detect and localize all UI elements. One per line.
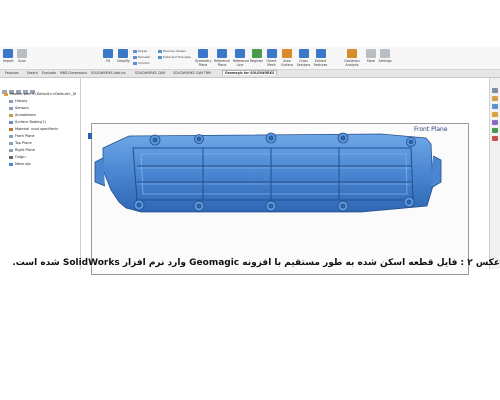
scan-icon bbox=[17, 49, 27, 58]
detected-triangles-icon bbox=[158, 55, 162, 59]
figure-caption: عکس ۲ : فایل قطعه اسکن شده به طور مستقیم… bbox=[12, 258, 500, 268]
remesh-icon bbox=[133, 55, 137, 59]
plane-icon bbox=[9, 134, 13, 138]
smooth-button[interactable]: Smooth bbox=[133, 61, 150, 65]
settings-button[interactable]: Settings bbox=[378, 49, 392, 63]
home-icon[interactable] bbox=[492, 88, 498, 93]
import-button[interactable]: Import bbox=[3, 49, 14, 63]
tree-item-history[interactable]: History bbox=[9, 99, 27, 103]
smooth-icon bbox=[133, 61, 137, 65]
gear-icon bbox=[380, 49, 390, 58]
orient-mesh-icon bbox=[266, 49, 277, 58]
import-icon bbox=[3, 49, 14, 58]
feature-manager-tree: Pooshe part 3 (Default<<Default>_Di Hist… bbox=[0, 78, 81, 269]
ribbon-toolbar: Import Scan Fit Simplify Repair Remesh S… bbox=[0, 47, 500, 70]
repair-icon bbox=[133, 49, 137, 53]
tree-item-mesh[interactable]: Mesh.stp bbox=[9, 162, 31, 166]
part-icon bbox=[4, 92, 8, 96]
cross-sections-icon bbox=[298, 49, 309, 58]
fit-button[interactable]: Fit bbox=[103, 49, 113, 63]
tab-evaluate[interactable]: Evaluate bbox=[40, 71, 58, 75]
symmetry-plane-icon bbox=[198, 49, 208, 58]
material-icon bbox=[9, 127, 13, 131]
more-button[interactable]: More bbox=[366, 49, 376, 63]
tree-item-material[interactable]: Material <not specified> bbox=[9, 127, 59, 131]
register-icon bbox=[251, 49, 262, 58]
origin-icon bbox=[9, 155, 13, 159]
plane-icon bbox=[9, 141, 13, 145]
simplify-button[interactable]: Simplify bbox=[117, 49, 130, 63]
surface-bodies-icon bbox=[9, 120, 13, 124]
tab-solidworks-cam[interactable]: SOLIDWORKS CAM bbox=[133, 71, 167, 75]
reference-plane-icon bbox=[217, 49, 227, 58]
tree-item-sensors[interactable]: Sensors bbox=[9, 106, 29, 110]
extract-features-icon bbox=[315, 49, 326, 58]
deviation-analysis-icon bbox=[347, 49, 357, 58]
graphics-viewport[interactable]: Front Plane bbox=[81, 78, 490, 275]
command-manager-tabs: Features Sketch Evaluate MBD Dimensions … bbox=[0, 70, 500, 78]
remesh-button[interactable]: Remesh bbox=[133, 55, 150, 59]
file-explorer-icon[interactable] bbox=[492, 112, 498, 117]
scanned-part-mesh[interactable] bbox=[81, 78, 490, 269]
tree-item-top-plane[interactable]: Top Plane bbox=[9, 141, 32, 145]
annotations-icon bbox=[9, 113, 13, 117]
tree-item-annotations[interactable]: Annotations bbox=[9, 113, 36, 117]
tab-geomagic[interactable]: Geomagic for SOLIDWORKS bbox=[222, 70, 278, 75]
detected-triangles-button[interactable]: Detected Triangles bbox=[158, 55, 191, 59]
design-library-icon[interactable] bbox=[492, 104, 498, 109]
remove-spikes-icon bbox=[158, 49, 162, 53]
appearances-icon[interactable] bbox=[492, 128, 498, 133]
scan-button[interactable]: Scan bbox=[17, 49, 27, 63]
feature-manager-toolbar bbox=[2, 79, 78, 94]
repair-button[interactable]: Repair bbox=[133, 49, 148, 53]
tab-solidworks-addins[interactable]: SOLIDWORKS Add-Ins bbox=[89, 71, 128, 75]
simplify-icon bbox=[118, 49, 129, 58]
symmetry-plane-button[interactable]: Symmetry Plane bbox=[195, 49, 212, 67]
reference-line-button[interactable]: Reference Line bbox=[233, 49, 249, 67]
tree-item-front-plane[interactable]: Front Plane bbox=[9, 134, 35, 138]
task-pane-bar bbox=[489, 78, 500, 269]
more-icon bbox=[366, 49, 376, 58]
tab-mbd-dimensions[interactable]: MBD Dimensions bbox=[58, 71, 89, 75]
deviation-analysis-button[interactable]: Deviation Analysis bbox=[342, 49, 362, 67]
sensors-icon bbox=[9, 106, 13, 110]
tree-item-surface-bodies[interactable]: Surface Bodies(1) bbox=[9, 120, 46, 124]
view-palette-icon[interactable] bbox=[492, 120, 498, 125]
plane-icon bbox=[9, 148, 13, 152]
resources-icon[interactable] bbox=[492, 96, 498, 101]
history-icon bbox=[9, 99, 13, 103]
tree-item-origin[interactable]: Origin bbox=[9, 155, 26, 159]
reference-plane-button[interactable]: Reference Plane bbox=[214, 49, 230, 67]
tree-item-part[interactable]: Pooshe part 3 (Default<<Default>_Di bbox=[4, 92, 76, 96]
remove-spikes-button[interactable]: Remove Spikes bbox=[158, 49, 186, 53]
auto-surface-icon bbox=[282, 49, 292, 58]
fit-icon bbox=[103, 49, 113, 58]
tab-features[interactable]: Features bbox=[3, 71, 21, 75]
cross-sections-button[interactable]: Cross Sections bbox=[296, 49, 311, 67]
orient-mesh-button[interactable]: Orient Mesh bbox=[265, 49, 278, 67]
tree-item-right-plane[interactable]: Right Plane bbox=[9, 148, 35, 152]
register-button[interactable]: Register bbox=[250, 49, 263, 63]
solidworks-window: Import Scan Fit Simplify Repair Remesh S… bbox=[0, 47, 500, 275]
extract-features-button[interactable]: Extract Features bbox=[313, 49, 328, 67]
custom-properties-icon[interactable] bbox=[492, 136, 498, 141]
tab-sketch[interactable]: Sketch bbox=[25, 71, 40, 75]
auto-surface-button[interactable]: Auto Surface bbox=[280, 49, 294, 67]
triad-icon bbox=[88, 133, 92, 139]
tab-solidworks-cam-tbm[interactable]: SOLIDWORKS CAM TBM bbox=[171, 71, 213, 75]
reference-line-icon bbox=[235, 49, 245, 58]
mesh-icon bbox=[9, 162, 13, 166]
